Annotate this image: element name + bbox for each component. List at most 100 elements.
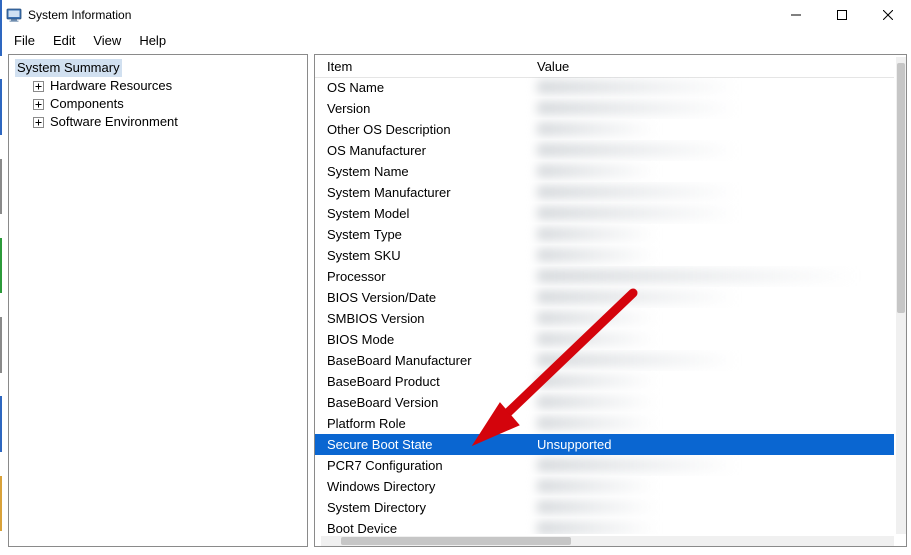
vertical-scrollbar[interactable] (896, 57, 906, 534)
list-row[interactable]: BaseBoard Product (315, 371, 894, 392)
column-header-value[interactable]: Value (525, 57, 894, 76)
redacted-value (537, 143, 737, 157)
list-cell-item: BaseBoard Manufacturer (315, 350, 525, 371)
client-area: System Summary Hardware ResourcesCompone… (8, 54, 907, 547)
titlebar: System Information (0, 0, 911, 30)
tree-pane[interactable]: System Summary Hardware ResourcesCompone… (8, 54, 308, 547)
list-row[interactable]: System Name (315, 161, 894, 182)
list-header[interactable]: Item Value (315, 55, 894, 78)
list-cell-item: SMBIOS Version (315, 308, 525, 329)
redacted-value (537, 458, 737, 472)
list-row[interactable]: Version (315, 98, 894, 119)
list-body[interactable]: OS NameVersionOther OS DescriptionOS Man… (315, 77, 894, 534)
list-cell-value (525, 476, 894, 497)
list-row[interactable]: BaseBoard Manufacturer (315, 350, 894, 371)
left-edge-decor (0, 0, 2, 555)
list-row[interactable]: Other OS Description (315, 119, 894, 140)
vertical-scroll-thumb[interactable] (897, 63, 905, 313)
horizontal-scroll-thumb[interactable] (341, 537, 571, 545)
tree-item-label[interactable]: Components (48, 95, 126, 113)
list-cell-item: Platform Role (315, 413, 525, 434)
list-cell-item: System Manufacturer (315, 182, 525, 203)
menu-help[interactable]: Help (131, 32, 174, 49)
expand-icon[interactable] (33, 99, 44, 110)
window-title: System Information (28, 8, 131, 22)
redacted-value (537, 206, 737, 220)
minimize-button[interactable] (773, 0, 819, 30)
list-row[interactable]: BIOS Mode (315, 329, 894, 350)
tree-item-software-environment[interactable]: Software Environment (15, 113, 307, 131)
list-cell-item: OS Manufacturer (315, 140, 525, 161)
title-left: System Information (6, 7, 131, 23)
list-cell-value (525, 392, 894, 413)
column-header-item[interactable]: Item (315, 57, 525, 76)
list-cell-value (525, 161, 894, 182)
list-cell-value (525, 119, 894, 140)
list-row[interactable]: Windows Directory (315, 476, 894, 497)
list-row[interactable]: SMBIOS Version (315, 308, 894, 329)
list-cell-item: Windows Directory (315, 476, 525, 497)
menu-edit[interactable]: Edit (45, 32, 83, 49)
list-cell-value (525, 224, 894, 245)
list-cell-item: System SKU (315, 245, 525, 266)
list-row[interactable]: System Model (315, 203, 894, 224)
list-cell-item: System Type (315, 224, 525, 245)
list-cell-value (525, 140, 894, 161)
menu-view[interactable]: View (85, 32, 129, 49)
list-cell-value (525, 455, 894, 476)
list-row[interactable]: PCR7 Configuration (315, 455, 894, 476)
maximize-button[interactable] (819, 0, 865, 30)
list-row[interactable]: Boot Device (315, 518, 894, 534)
close-button[interactable] (865, 0, 911, 30)
list-row[interactable]: System Type (315, 224, 894, 245)
redacted-value (537, 227, 657, 241)
redacted-value (537, 122, 657, 136)
list-cell-item: System Directory (315, 497, 525, 518)
list-cell-item: Secure Boot State (315, 434, 525, 455)
list-row[interactable]: System Manufacturer (315, 182, 894, 203)
redacted-value (537, 164, 657, 178)
list-cell-item: BaseBoard Product (315, 371, 525, 392)
list-row[interactable]: Processor (315, 266, 894, 287)
redacted-value (537, 269, 857, 283)
redacted-value (537, 416, 657, 430)
list-cell-item: Version (315, 98, 525, 119)
tree-root-label[interactable]: System Summary (15, 59, 122, 77)
list-cell-value (525, 77, 894, 98)
redacted-value (537, 332, 657, 346)
redacted-value (537, 395, 657, 409)
redacted-value (537, 101, 737, 115)
tree-item-components[interactable]: Components (15, 95, 307, 113)
tree-item-hardware-resources[interactable]: Hardware Resources (15, 77, 307, 95)
list-cell-value (525, 497, 894, 518)
tree-root-row[interactable]: System Summary (15, 59, 307, 77)
list-cell-value (525, 98, 894, 119)
list-row[interactable]: OS Manufacturer (315, 140, 894, 161)
redacted-value (537, 185, 737, 199)
list-row[interactable]: Secure Boot StateUnsupported (315, 434, 894, 455)
menu-file[interactable]: File (6, 32, 43, 49)
list-row[interactable]: BIOS Version/Date (315, 287, 894, 308)
redacted-value (537, 248, 657, 262)
list-row[interactable]: OS Name (315, 77, 894, 98)
system-information-window: System Information FileEditViewHelp Syst… (0, 0, 911, 555)
tree-item-label[interactable]: Software Environment (48, 113, 180, 131)
list-row[interactable]: System Directory (315, 497, 894, 518)
details-pane[interactable]: Item Value OS NameVersionOther OS Descri… (314, 54, 907, 547)
menubar: FileEditViewHelp (0, 30, 911, 50)
list-cell-item: System Name (315, 161, 525, 182)
list-row[interactable]: System SKU (315, 245, 894, 266)
list-cell-value (525, 350, 894, 371)
list-cell-value (525, 308, 894, 329)
list-cell-value (525, 203, 894, 224)
expand-icon[interactable] (33, 117, 44, 128)
app-icon (6, 7, 22, 23)
horizontal-scrollbar[interactable] (321, 536, 894, 546)
list-cell-item: BIOS Version/Date (315, 287, 525, 308)
tree-item-label[interactable]: Hardware Resources (48, 77, 174, 95)
redacted-value (537, 290, 737, 304)
list-cell-value (525, 518, 894, 534)
list-row[interactable]: BaseBoard Version (315, 392, 894, 413)
list-row[interactable]: Platform Role (315, 413, 894, 434)
expand-icon[interactable] (33, 81, 44, 92)
